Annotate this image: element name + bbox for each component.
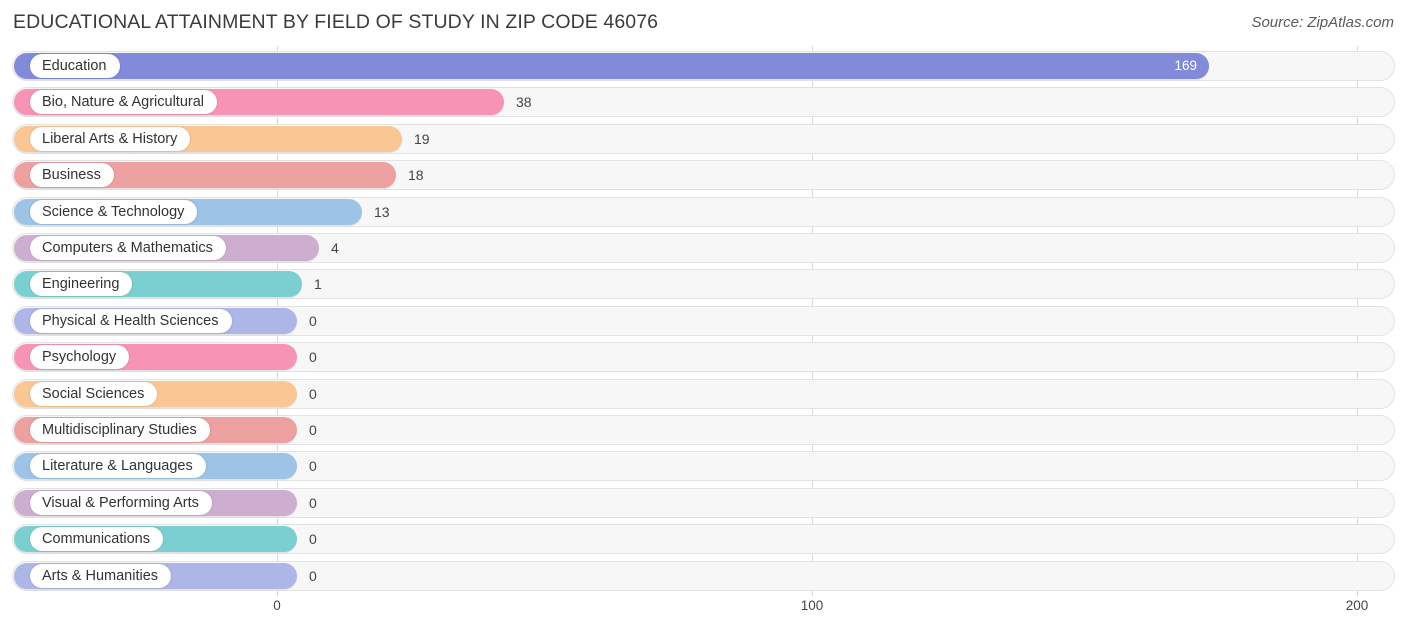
bar-value-label: 0	[309, 494, 317, 511]
bar-row: 0 Communications	[12, 524, 1395, 555]
bar-row: 0 Psychology	[12, 342, 1395, 373]
plot-area: 169 Education 38 Bio, Nature & Agricultural…	[0, 46, 1406, 596]
category-label: Visual & Performing Arts	[30, 490, 212, 515]
category-label: Education	[30, 54, 120, 78]
x-axis: 0 100 200	[0, 596, 1406, 632]
bar-row: 38 Bio, Nature & Agricultural	[12, 87, 1395, 118]
category-label: Social Sciences	[30, 381, 158, 406]
bar-value-label: 13	[374, 203, 390, 220]
chart-header: EDUCATIONAL ATTAINMENT BY FIELD OF STUDY…	[0, 0, 1406, 46]
category-label: Science & Technology	[30, 199, 198, 224]
x-tick-label: 100	[800, 598, 824, 613]
bar-value-label: 4	[331, 240, 339, 256]
bar-value-label: 0	[309, 349, 317, 366]
bar-row: 0 Visual & Performing Arts	[12, 487, 1395, 518]
bar-row: 0 Literature & Languages	[12, 451, 1395, 482]
category-label: Multidisciplinary Studies	[30, 418, 210, 442]
bar-row: 4 Computers & Mathematics	[12, 233, 1395, 263]
category-label: Literature & Languages	[30, 454, 206, 479]
page-title: EDUCATIONAL ATTAINMENT BY FIELD OF STUDY…	[13, 11, 659, 33]
category-label: Business	[30, 163, 114, 188]
x-tick-label: 0	[273, 598, 281, 613]
bar-row: 19 Liberal Arts & History	[12, 123, 1395, 154]
category-label: Bio, Nature & Agricultural	[30, 90, 217, 115]
bar-value-label: 0	[309, 312, 317, 329]
bar-row: 13 Science & Technology	[12, 196, 1395, 227]
bar-value-label: 1	[314, 276, 322, 293]
bar-row: 0 Social Sciences	[12, 378, 1395, 409]
bar-value-label: 0	[309, 567, 317, 584]
bar-value-label: 0	[309, 531, 317, 548]
bar-value-label: 19	[414, 130, 430, 147]
bar-value-label: 0	[309, 458, 317, 475]
bar-value-label: 169	[1174, 58, 1197, 73]
source-attribution: Source: ZipAtlas.com	[1251, 14, 1394, 31]
x-tick-label: 200	[1345, 598, 1369, 613]
category-label: Psychology	[30, 345, 130, 370]
category-label: Liberal Arts & History	[30, 126, 191, 151]
bar-value-label: 18	[408, 167, 424, 184]
category-label: Engineering	[30, 272, 133, 297]
bar-row: 0 Multidisciplinary Studies	[12, 415, 1395, 445]
category-label: Computers & Mathematics	[30, 236, 226, 260]
bar-row: 169 Education	[12, 51, 1395, 81]
bar[interactable]: 169	[14, 53, 1209, 79]
category-label: Arts & Humanities	[30, 563, 172, 588]
bar-row: 0 Physical & Health Sciences	[12, 305, 1395, 336]
bar-value-label: 38	[516, 94, 532, 111]
category-label: Physical & Health Sciences	[30, 308, 232, 333]
bar-value-label: 0	[309, 422, 317, 438]
chart-page: EDUCATIONAL ATTAINMENT BY FIELD OF STUDY…	[0, 0, 1406, 632]
bar-row: 0 Arts & Humanities	[12, 560, 1395, 591]
bar-row: 18 Business	[12, 160, 1395, 191]
bar-value-label: 0	[309, 385, 317, 402]
category-label: Communications	[30, 527, 163, 552]
bar-row: 1 Engineering	[12, 269, 1395, 300]
bar-rows: 169 Education 38 Bio, Nature & Agricultural…	[0, 46, 1406, 596]
